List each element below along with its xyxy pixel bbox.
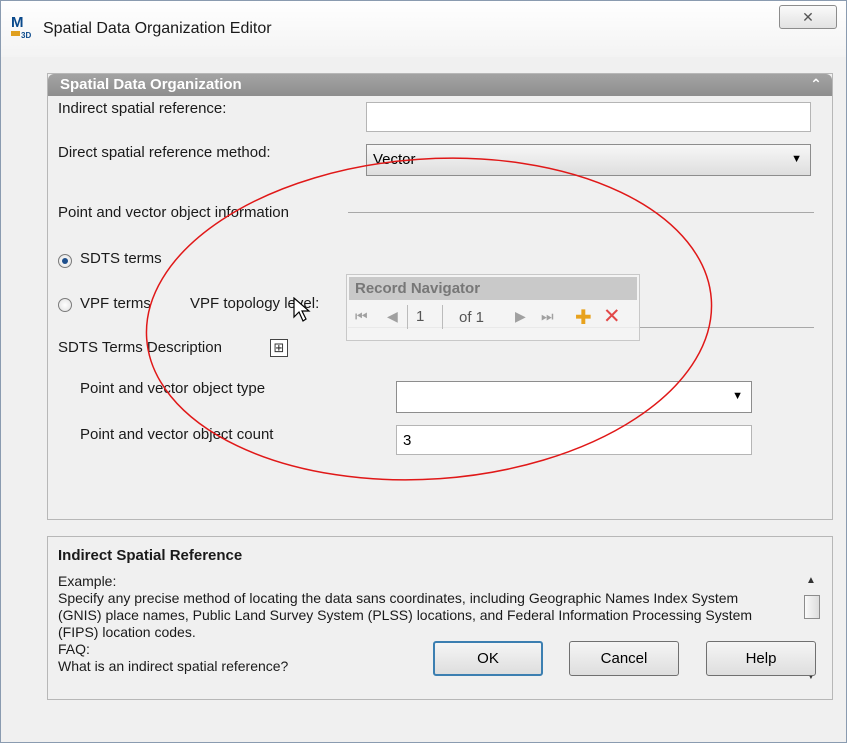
section-divider (348, 212, 814, 213)
scroll-up-icon[interactable]: ▲ (806, 575, 816, 586)
sdts-description-label: SDTS Terms Description (58, 339, 222, 356)
group-header[interactable]: Spatial Data Organization ⌃ (48, 74, 832, 96)
vpf-terms-label[interactable]: VPF terms (80, 295, 151, 312)
dialog-window: M 3D Spatial Data Organization Editor ✕ … (0, 0, 847, 743)
help-title: Indirect Spatial Reference (58, 547, 243, 564)
close-icon: ✕ (802, 8, 814, 25)
point-vector-section-label: Point and vector object information (58, 204, 289, 221)
help-button[interactable]: Help (706, 641, 816, 676)
record-navigator-title: Record Navigator (349, 277, 637, 300)
chevron-down-icon: ▼ (791, 153, 802, 165)
delete-record-icon[interactable]: ✕ (603, 304, 621, 329)
vpf-terms-radio[interactable] (58, 298, 72, 312)
dialog-client: Spatial Data Organization ⌃ Indirect spa… (9, 57, 838, 735)
chevron-down-icon: ▼ (732, 390, 743, 402)
object-count-label: Point and vector object count (80, 426, 274, 443)
mouse-cursor-icon (293, 297, 311, 322)
direct-reference-method-label: Direct spatial reference method: (58, 144, 271, 161)
expand-icon[interactable]: ⊞ (270, 339, 288, 357)
previous-record-icon[interactable]: ◀ (387, 308, 398, 325)
add-record-icon[interactable]: ✚ (575, 305, 592, 330)
spatial-data-organization-group: Spatial Data Organization ⌃ Indirect spa… (47, 73, 833, 520)
help-line: Specify any precise method of locating t… (58, 590, 753, 640)
sdts-terms-label[interactable]: SDTS terms (80, 250, 162, 267)
direct-reference-method-select[interactable]: Vector ▼ (366, 144, 811, 176)
last-record-icon[interactable]: ⏭ (541, 308, 554, 325)
record-count-label: of 1 (459, 309, 485, 326)
object-count-input[interactable]: 3 (396, 425, 752, 455)
window-title: Spatial Data Organization Editor (43, 20, 272, 37)
first-record-icon[interactable]: ⏮ (355, 308, 368, 325)
record-navigator: Record Navigator ⏮ ◀ 1 of 1 ▶ ⏭ ✚ ✕ (346, 274, 640, 341)
indirect-reference-label: Indirect spatial reference: (58, 100, 227, 117)
next-record-icon[interactable]: ▶ (515, 308, 526, 325)
close-button[interactable]: ✕ (779, 5, 837, 29)
direct-reference-method-value: Vector (373, 151, 416, 168)
indirect-reference-input[interactable] (366, 102, 811, 132)
object-type-label: Point and vector object type (80, 380, 266, 397)
cancel-button[interactable]: Cancel (569, 641, 679, 676)
sdts-terms-radio[interactable] (58, 254, 72, 268)
current-record-field[interactable]: 1 (407, 305, 443, 329)
collapse-icon[interactable]: ⌃ (808, 77, 824, 93)
title-bar[interactable]: M 3D Spatial Data Organization Editor ✕ (1, 1, 846, 57)
app-icon: M 3D (11, 14, 32, 40)
scroll-thumb[interactable] (804, 595, 820, 619)
help-line: Example: (58, 573, 117, 589)
group-header-label: Spatial Data Organization (60, 76, 242, 93)
object-type-select[interactable]: ▼ (396, 381, 752, 413)
ok-button[interactable]: OK (433, 641, 543, 676)
